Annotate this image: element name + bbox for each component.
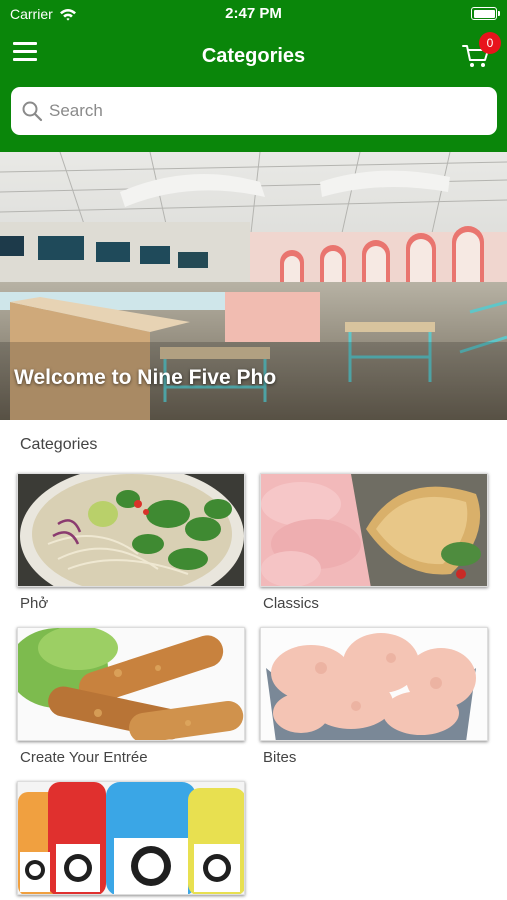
pho-bowl-image xyxy=(17,473,245,587)
status-time: 2:47 PM xyxy=(225,5,282,22)
search-bar[interactable] xyxy=(11,87,497,135)
spring-rolls-image xyxy=(17,627,245,741)
restaurant-banner: Welcome to Nine Five Pho xyxy=(0,152,507,420)
category-tile-drinks[interactable] xyxy=(17,781,245,895)
cart-button[interactable]: 0 xyxy=(461,32,501,72)
category-label: Create Your Entrée xyxy=(20,749,148,766)
banner-title: Welcome to Nine Five Pho xyxy=(14,366,277,389)
category-tile-create-your-entree[interactable]: Create Your Entrée xyxy=(17,627,245,766)
search-input[interactable] xyxy=(49,101,469,121)
menu-button[interactable] xyxy=(12,40,40,64)
category-tile-classics[interactable]: Classics xyxy=(260,473,488,612)
status-bar: Carrier 2:47 PM xyxy=(0,0,507,28)
app-header: Carrier 2:47 PM Categories 0 xyxy=(0,0,507,152)
banh-mi-image xyxy=(260,473,488,587)
battery-icon xyxy=(471,7,500,20)
category-tile-pho[interactable]: Phở xyxy=(17,473,245,612)
search-icon xyxy=(22,101,43,122)
gatorade-bottles-image xyxy=(17,781,245,895)
category-label: Phở xyxy=(20,595,49,612)
category-tile-bites[interactable]: Bites xyxy=(260,627,488,766)
page-title: Categories xyxy=(201,45,306,67)
shrimp-chips-image xyxy=(260,627,488,741)
category-label: Classics xyxy=(263,595,319,612)
section-title: Categories xyxy=(20,436,98,453)
navigation-bar: Categories 0 xyxy=(0,32,507,80)
cart-count-badge: 0 xyxy=(479,32,501,54)
category-label: Bites xyxy=(263,749,297,766)
